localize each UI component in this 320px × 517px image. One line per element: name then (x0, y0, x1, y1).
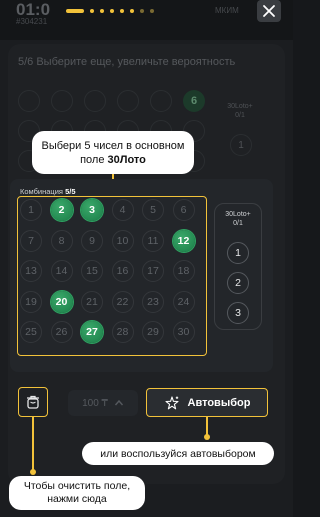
progress-dot (130, 9, 134, 13)
combination-label: Комбинация 5/5 (20, 187, 76, 196)
progress-dot (110, 9, 114, 13)
background-cell (150, 90, 172, 112)
auto-select-button[interactable]: Автовыбор (146, 388, 268, 417)
tooltip-main-bold: 30Лото (107, 153, 146, 166)
background-title: 5/6 Выберите еще, увеличьте вероятность (18, 56, 236, 68)
number-cell[interactable]: 13 (20, 260, 42, 282)
clear-button[interactable] (18, 387, 48, 417)
progress-dot (120, 9, 124, 13)
screen: 01:0 #304231 МКИМ 5/6 Выберите еще, увел… (0, 0, 293, 517)
number-grid: 1 2 3 4 5 6 7 8 9 10 11 12 13 14 15 16 17 18 19 20 21 22 23 24 2… (20, 199, 206, 343)
auto-pointer-dot (204, 434, 210, 440)
background-cell (84, 90, 106, 112)
tooltip-auto-select: или воспользуйся автовыбором (82, 442, 274, 465)
number-cell[interactable]: 25 (20, 321, 42, 343)
number-cell[interactable]: 19 (20, 290, 42, 313)
tour-progress (66, 9, 154, 13)
number-cell[interactable]: 6 (172, 199, 195, 221)
background-side-label: 30Loto+ 0/1 (227, 103, 253, 119)
number-cell[interactable]: 11 (142, 229, 164, 252)
combination-count: 5/5 (65, 187, 76, 196)
progress-dot (150, 9, 154, 13)
tooltip-main-field: Выбери 5 чисел в основном поле 30Лото (32, 131, 194, 174)
number-cell[interactable]: 24 (172, 290, 195, 313)
bonus-field-count: 0/1 (233, 220, 243, 227)
progress-dot (140, 9, 144, 13)
bonus-number[interactable]: 1 (227, 242, 249, 264)
number-cell[interactable]: 5 (142, 199, 164, 221)
progress-dot (90, 9, 94, 13)
background-draw-id: #304231 (16, 17, 48, 26)
number-cell[interactable]: 23 (142, 290, 164, 313)
sparkle-star-icon (164, 395, 179, 409)
number-cell[interactable]: 28 (111, 321, 134, 343)
number-cell[interactable]: 3 (81, 199, 103, 221)
price-selector[interactable]: 100 ₸ (68, 390, 138, 416)
number-cell[interactable]: 22 (111, 290, 134, 313)
background-cell (18, 90, 40, 112)
number-cell[interactable]: 4 (111, 199, 134, 221)
number-cell[interactable]: 21 (81, 290, 103, 313)
bonus-field-title: 30Loto+ (225, 211, 251, 218)
number-cell[interactable]: 12 (172, 229, 195, 252)
clear-pointer (32, 417, 34, 472)
number-cell[interactable]: 26 (50, 321, 73, 343)
number-cell[interactable]: 9 (81, 229, 103, 252)
background-grid-row (18, 90, 172, 112)
background-cell (51, 90, 73, 112)
clear-pointer-dot (30, 469, 36, 475)
progress-dot (100, 9, 104, 13)
number-cell[interactable]: 27 (81, 321, 103, 343)
combination-label-text: Комбинация (20, 187, 63, 196)
auto-select-label: Автовыбор (187, 396, 251, 409)
price-value: 100 ₸ (82, 397, 108, 409)
bonus-number[interactable]: 2 (227, 272, 249, 294)
number-cell[interactable]: 17 (142, 260, 164, 282)
number-cell[interactable]: 16 (111, 260, 134, 282)
chevron-up-icon (114, 399, 123, 406)
trash-icon (27, 395, 39, 409)
close-icon (263, 5, 275, 17)
number-cell[interactable]: 14 (50, 260, 73, 282)
background-side-number: 1 (230, 134, 252, 156)
tooltip-clear: Чтобы очистить поле, нажми сюда (9, 476, 145, 510)
number-cell[interactable]: 2 (50, 199, 73, 221)
background-selected-number: 6 (183, 90, 205, 112)
number-cell[interactable]: 15 (81, 260, 103, 282)
number-cell[interactable]: 10 (111, 229, 134, 252)
close-button[interactable] (257, 0, 281, 22)
background-cell (117, 90, 139, 112)
number-cell[interactable]: 30 (172, 321, 195, 343)
number-cell[interactable]: 8 (50, 229, 73, 252)
number-cell[interactable]: 7 (20, 229, 42, 252)
progress-dot (66, 9, 84, 13)
number-cell[interactable]: 18 (172, 260, 195, 282)
background-header-text: МКИМ (215, 6, 239, 15)
bonus-number[interactable]: 3 (227, 302, 249, 324)
number-cell[interactable]: 29 (142, 321, 164, 343)
number-cell[interactable]: 1 (20, 199, 42, 221)
bonus-field-label: 30Loto+ 0/1 (214, 210, 262, 228)
number-cell[interactable]: 20 (50, 290, 73, 313)
